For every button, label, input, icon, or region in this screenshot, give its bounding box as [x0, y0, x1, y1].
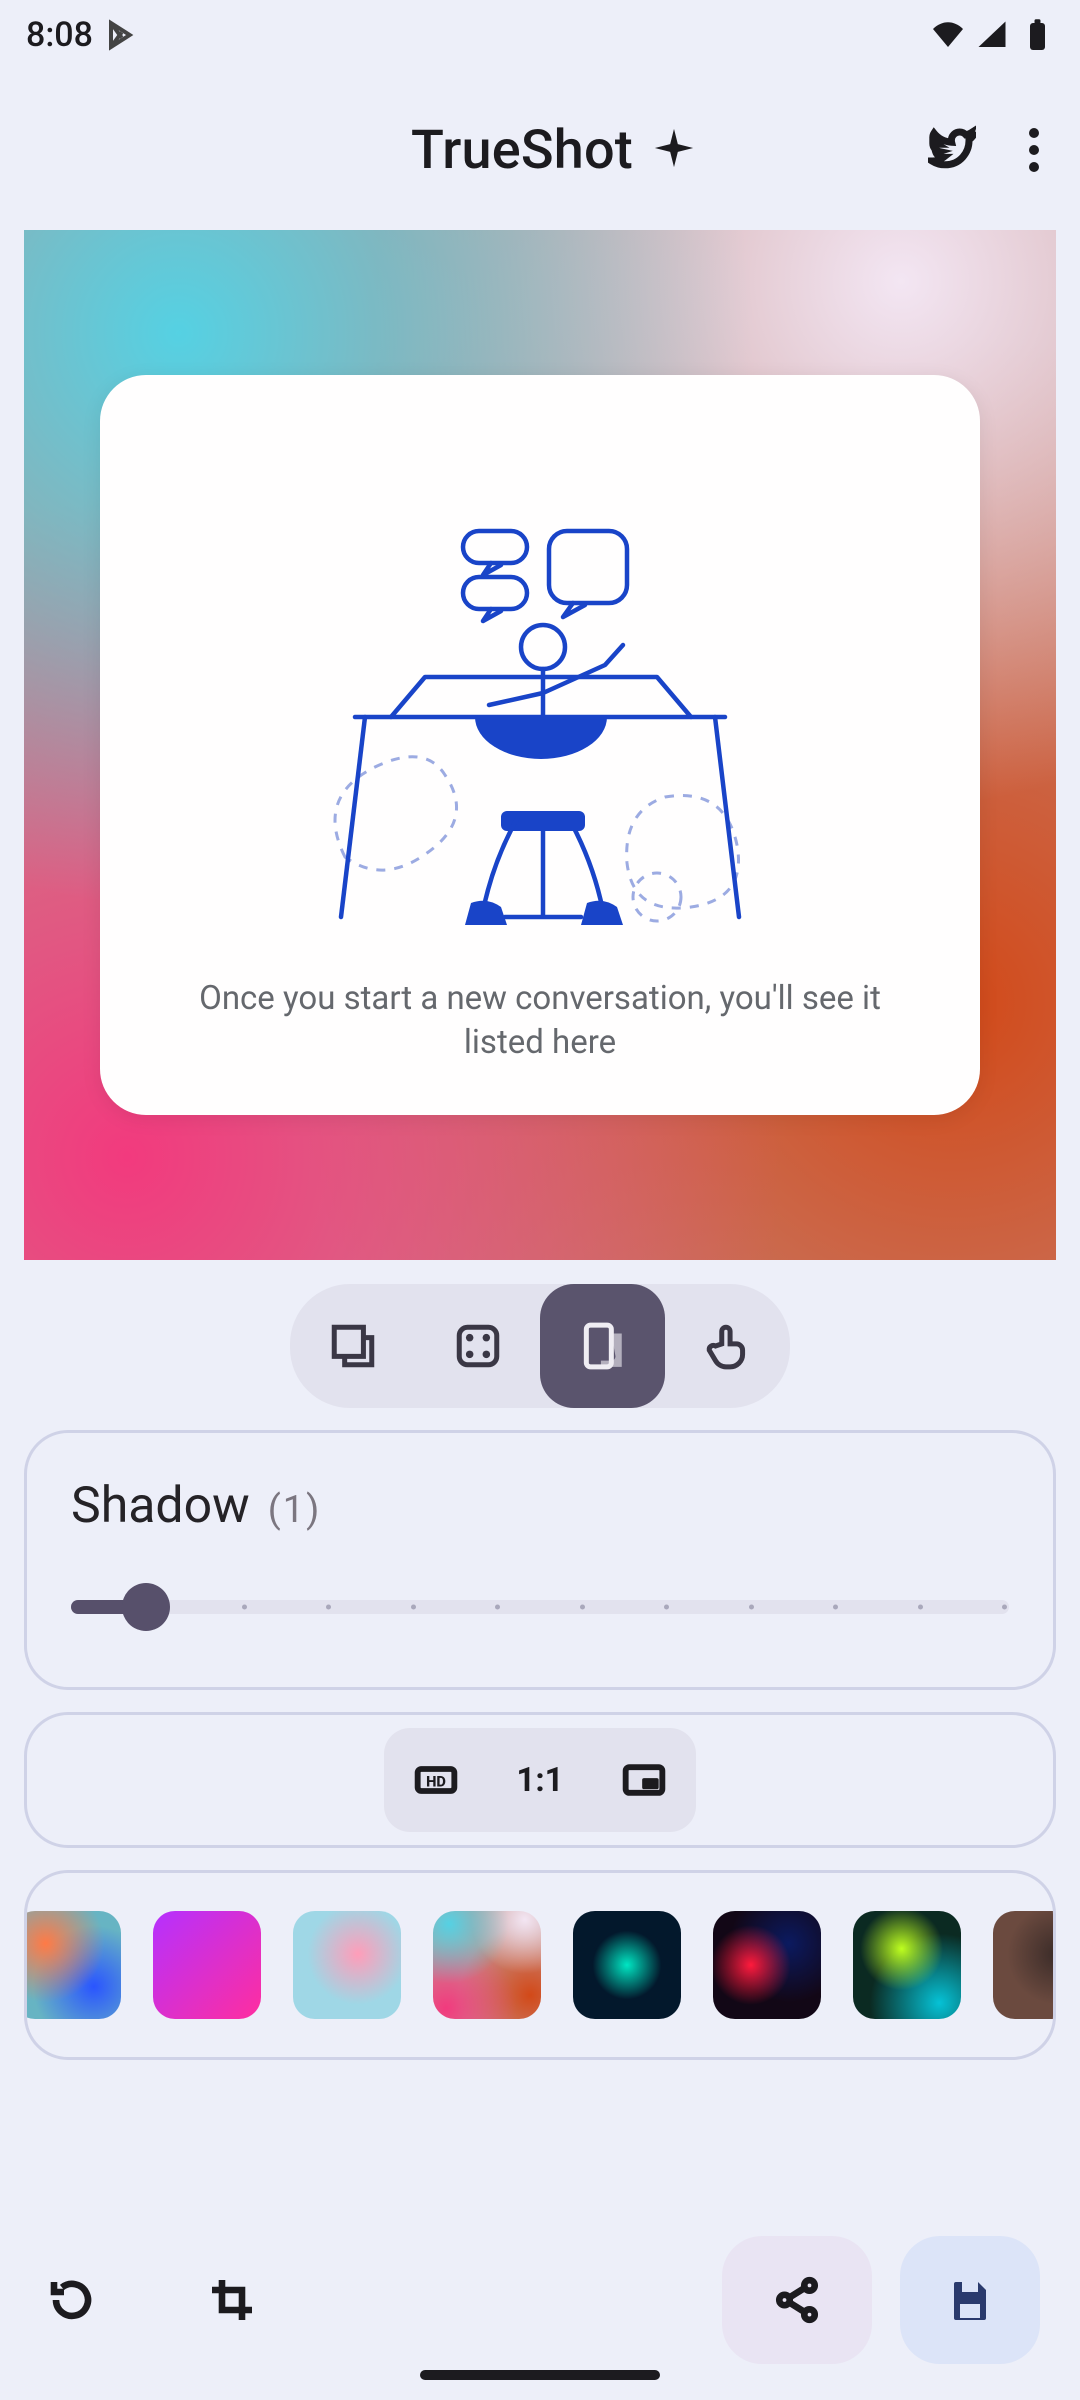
background-swatch-3[interactable]	[433, 1911, 541, 2019]
battery-icon	[1018, 17, 1054, 53]
aspect-segmented: HD 1:1	[384, 1728, 696, 1832]
tool-tab-shadow[interactable]	[540, 1284, 665, 1408]
slider-thumb[interactable]	[122, 1583, 170, 1631]
app-title: TrueShot	[411, 119, 633, 182]
background-swatch-0[interactable]	[24, 1911, 121, 2019]
android-nav-pill[interactable]	[420, 2370, 660, 2380]
twitter-icon[interactable]	[928, 124, 976, 176]
status-time: 8:08	[26, 15, 93, 55]
tool-tab-frame[interactable]	[290, 1284, 415, 1408]
reset-button[interactable]	[40, 2268, 104, 2332]
preview-caption: Once you start a new conversation, you'l…	[170, 977, 910, 1065]
background-swatch-6[interactable]	[853, 1911, 961, 2019]
shadow-panel-title: Shadow	[71, 1477, 250, 1535]
slider-track	[71, 1600, 1009, 1614]
tool-tabs	[290, 1284, 790, 1408]
sparkle-icon	[651, 125, 697, 175]
aspect-panel: HD 1:1	[24, 1712, 1056, 1848]
save-button[interactable]	[900, 2236, 1040, 2364]
background-swatch-1[interactable]	[153, 1911, 261, 2019]
illustration-person-at-desk	[305, 497, 775, 937]
preview-card: Once you start a new conversation, you'l…	[100, 375, 980, 1115]
background-strip[interactable]	[24, 1911, 1053, 2019]
android-status-bar: 8:08	[0, 0, 1080, 70]
background-swatch-4[interactable]	[573, 1911, 681, 2019]
shadow-slider[interactable]	[71, 1587, 1009, 1627]
background-swatch-5[interactable]	[713, 1911, 821, 2019]
more-vert-icon[interactable]	[1028, 128, 1040, 172]
aspect-option-hd[interactable]: HD	[384, 1728, 488, 1832]
wifi-icon	[930, 17, 966, 53]
shadow-panel-value: (1)	[268, 1488, 322, 1532]
aspect-option-square[interactable]: 1:1	[488, 1728, 592, 1832]
preview-canvas[interactable]: Once you start a new conversation, you'l…	[24, 230, 1056, 1260]
background-swatch-7[interactable]	[993, 1911, 1056, 2019]
app-bar: TrueShot	[0, 70, 1080, 230]
svg-text:HD: HD	[426, 1772, 446, 1790]
aspect-square-label: 1:1	[516, 1761, 563, 1800]
play-store-icon	[103, 19, 135, 51]
share-button[interactable]	[722, 2236, 872, 2364]
crop-button[interactable]	[200, 2268, 264, 2332]
aspect-option-mini[interactable]	[592, 1728, 696, 1832]
cell-signal-icon	[974, 17, 1010, 53]
tool-tab-padding[interactable]	[415, 1284, 540, 1408]
background-panel	[24, 1870, 1056, 2060]
shadow-panel: Shadow (1)	[24, 1430, 1056, 1690]
tool-tab-touch[interactable]	[665, 1284, 790, 1408]
background-swatch-2[interactable]	[293, 1911, 401, 2019]
